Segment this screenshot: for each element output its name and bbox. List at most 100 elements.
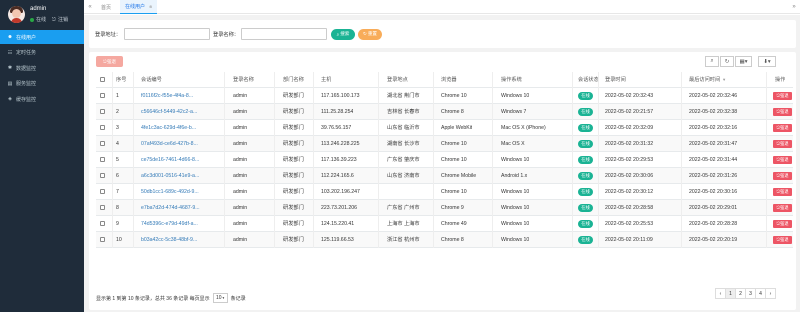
toolbar-refresh-icon[interactable]: ↻	[720, 56, 734, 67]
force-logout-button[interactable]: ⎋强退	[773, 140, 792, 148]
cell-session[interactable]: 50db1cc1-689c-492d-9...	[141, 184, 199, 200]
force-logout-button[interactable]: ⎋强退	[773, 188, 792, 196]
toolbar-search-icon[interactable]: ⌕	[705, 56, 719, 67]
reset-button[interactable]: ↻ 重置	[358, 28, 382, 40]
cell-session[interactable]: b03a42cc-5c38-48bf-9...	[141, 232, 197, 248]
sidebar-item-server-monitor[interactable]: ▤ 服务监控	[0, 77, 84, 91]
cell-location: 广东省 广州市	[387, 205, 420, 211]
force-logout-button[interactable]: ⎋强退	[773, 124, 792, 132]
cell-session[interactable]: e7ba7d2d-474d-4687-9...	[141, 200, 200, 216]
cell-session[interactable]: 74d5396c-e79d-49df-a...	[141, 216, 198, 232]
page-size-value: 10	[215, 295, 222, 301]
cell-index: 7	[116, 189, 119, 195]
force-logout-button[interactable]: ⎋强退	[773, 172, 792, 180]
header-login-time[interactable]: 登录时间	[605, 72, 626, 88]
table-row: 1 f0116f2c-f55e-4f4a-8... admin 研发部门 117.165…	[96, 88, 793, 104]
cell-browser: Chrome 49	[441, 221, 467, 227]
tab-label: 首页	[101, 4, 112, 11]
cell-dept: 研发部门	[283, 189, 304, 195]
cell-session[interactable]: f0116f2c-f55e-4f4a-8...	[141, 88, 193, 104]
select-all-checkbox[interactable]	[100, 77, 105, 82]
cell-last-access: 2022-05-02 20:32:46	[689, 93, 738, 99]
sidebar-item-data-monitor[interactable]: ✱ 数据监控	[0, 61, 84, 75]
force-logout-button[interactable]: ⎋强退	[773, 204, 792, 212]
row-checkbox[interactable]	[100, 93, 105, 98]
row-checkbox[interactable]	[100, 125, 105, 130]
row-checkbox[interactable]	[100, 237, 105, 242]
status-badge: 在线	[578, 236, 593, 244]
row-checkbox[interactable]	[100, 205, 105, 210]
header-login-name[interactable]: 登录名称	[233, 72, 254, 88]
sidebar-item-online-users[interactable]: ☻ 在线用户	[0, 30, 84, 44]
cell-login-name: admin	[233, 125, 248, 131]
logout-icon[interactable]: ⎋	[52, 17, 56, 23]
force-logout-button[interactable]: ⎋强退	[773, 92, 792, 100]
page-next[interactable]: ›	[765, 288, 776, 299]
header-last-access-label: 最后访问时间	[689, 77, 721, 83]
force-logout-label: 强退	[779, 141, 789, 146]
search-button[interactable]: ⌕ 搜索	[331, 28, 355, 40]
cell-index: 6	[116, 173, 119, 179]
sidebar-item-label: 在线用户	[16, 34, 37, 41]
row-checkbox[interactable]	[100, 157, 105, 162]
toolbar-columns-icon[interactable]: ▦▾	[735, 56, 752, 67]
batch-force-logout-button[interactable]: ⎋ 强退	[96, 56, 123, 67]
header-last-access[interactable]: 最后访问时间 ▼	[689, 72, 726, 88]
cell-index: 4	[116, 141, 119, 147]
tab-scroll-right-icon[interactable]: »	[788, 0, 800, 14]
force-logout-label: 强退	[779, 189, 789, 194]
cell-session[interactable]: c56646cf-5449-42c2-a...	[141, 104, 197, 120]
force-logout-button[interactable]: ⎋强退	[773, 236, 792, 244]
tab-label: 在线用户	[125, 4, 146, 10]
tab-online-users[interactable]: 在线用户 ⊗	[120, 0, 158, 14]
force-logout-button[interactable]: ⎋强退	[773, 220, 792, 228]
force-logout-button[interactable]: ⎋强退	[773, 108, 792, 116]
cell-session[interactable]: 07af493d-ce6d-427b-8...	[141, 136, 198, 152]
cell-host: 223.73.201.206	[321, 205, 358, 211]
row-checkbox[interactable]	[100, 221, 105, 226]
sidebar-item-scheduled-tasks[interactable]: ☷ 定时任务	[0, 46, 84, 60]
cell-login-time: 2022-05-02 20:11:09	[605, 237, 653, 243]
status-badge: 在线	[578, 92, 593, 100]
tab-scroll-left-icon[interactable]: «	[84, 0, 96, 14]
force-logout-label: 强退	[779, 125, 789, 130]
login-ip-input[interactable]	[124, 28, 210, 40]
cell-last-access: 2022-05-02 20:31:44	[689, 157, 738, 163]
cell-host: 125.119.66.53	[321, 237, 354, 243]
table-row: 3 4fe1c3ac-629d-4f6e-b... admin 研发部门 39.76.5…	[96, 120, 793, 136]
cell-os: Windows 10	[501, 93, 530, 99]
user-panel: admin 在线 ⎋ 注销	[0, 0, 84, 30]
cell-os: Windows 10	[501, 221, 530, 227]
toolbar-export-icon[interactable]: ⬇▾	[758, 56, 776, 67]
summary-suffix: 条记录	[230, 295, 246, 302]
force-logout-label: 强退	[779, 173, 789, 178]
cell-index: 10	[116, 237, 122, 243]
sort-desc-icon[interactable]: ▼	[722, 77, 726, 82]
logout-link[interactable]: 注销	[58, 16, 68, 23]
cell-last-access: 2022-05-02 20:20:19	[689, 237, 738, 243]
header-browser: 浏览器	[441, 77, 457, 83]
cell-last-access: 2022-05-02 20:32:38	[689, 109, 738, 115]
cell-index: 2	[116, 109, 119, 115]
cell-dept: 研发部门	[283, 109, 304, 115]
login-name-input[interactable]	[241, 28, 327, 40]
cell-dept: 研发部门	[283, 221, 304, 227]
close-icon[interactable]: ⊗	[149, 4, 152, 9]
row-checkbox[interactable]	[100, 109, 105, 114]
cell-session[interactable]: ce75de16-7461-4d66-8...	[141, 152, 199, 168]
row-checkbox[interactable]	[100, 189, 105, 194]
cell-session[interactable]: a6c3d001-0516-41e9-a...	[141, 168, 199, 184]
pagination-summary: 显示第 1 到第 10 条记录，总共 36 条记录 每页显示 10 ▾ 条记录	[96, 293, 246, 303]
tab-home[interactable]: 首页	[96, 0, 116, 14]
cell-browser: Chrome 8	[441, 237, 464, 243]
pagination: ‹ 1 2 3 4 ›	[715, 288, 776, 299]
cell-session[interactable]: 4fe1c3ac-629d-4f6e-b...	[141, 120, 196, 136]
cell-location: 浙江省 杭州市	[387, 237, 420, 243]
force-logout-button[interactable]: ⎋强退	[773, 156, 792, 164]
row-checkbox[interactable]	[100, 173, 105, 178]
table-header-row: 序号 会话编号 登录名称 部门名称 主机 登录地点 浏览器 操作系统 会话状态 …	[96, 72, 793, 88]
page-size-select[interactable]: 10 ▾	[212, 293, 228, 303]
cell-login-name: admin	[233, 157, 248, 163]
sidebar-item-cache-monitor[interactable]: ◈ 缓存监控	[0, 92, 84, 106]
row-checkbox[interactable]	[100, 141, 105, 146]
